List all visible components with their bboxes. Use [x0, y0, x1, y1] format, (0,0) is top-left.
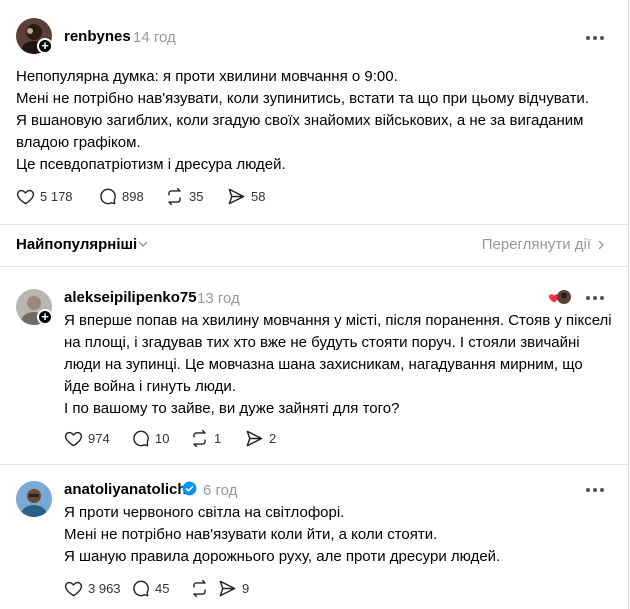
share-button[interactable]: 58	[227, 186, 265, 206]
reply-count: 898	[122, 188, 144, 204]
chevron-down-icon[interactable]	[138, 239, 148, 249]
more-options-icon[interactable]	[586, 35, 606, 41]
text-line: Це псевдопатріотизм і дресура людей.	[16, 156, 286, 173]
sort-dropdown[interactable]: Найпопулярніші	[16, 236, 137, 253]
share-button[interactable]: 9	[218, 578, 249, 598]
verified-badge-icon	[182, 481, 197, 496]
post-text: Непопулярна думка: я проти хвилини мовча…	[16, 66, 589, 176]
follow-plus-icon[interactable]: +	[37, 38, 53, 54]
text-line: І по вашому то зайве, ви дуже зайняті дл…	[64, 400, 400, 417]
share-count: 2	[269, 430, 277, 446]
share-count: 58	[251, 188, 266, 204]
text-line: Непопулярна думка: я проти хвилини мовча…	[16, 68, 398, 85]
like-button[interactable]: 5 178	[16, 186, 73, 206]
liked-by-author-badge	[548, 289, 572, 305]
repost-count: 1	[214, 430, 222, 446]
share-button[interactable]: 2	[245, 428, 276, 448]
username[interactable]: alekseipilipenko75	[64, 289, 197, 306]
text-line: владою графіком.	[16, 134, 141, 151]
reply-count: 45	[155, 580, 170, 596]
repost-icon	[193, 429, 206, 447]
share-icon	[228, 188, 245, 204]
share-count: 9	[242, 580, 250, 596]
username[interactable]: anatoliyanatolich	[64, 481, 187, 498]
username[interactable]: renbynes	[64, 28, 131, 45]
like-count: 974	[88, 430, 110, 446]
text-line: Я шаную правила дорожнього руху, але про…	[64, 548, 501, 565]
reply-post: + alekseipilipenko75 13 год Я вперше поп…	[0, 267, 629, 463]
reply-text: Я вперше попав на хвилину мовчання у міс…	[64, 310, 612, 420]
post-time: 14 год	[133, 29, 176, 46]
heart-icon	[64, 431, 83, 446]
like-count: 5 178	[40, 188, 73, 204]
post-actions: 3 963 45 9	[64, 578, 324, 598]
threads-thread-view: + renbynes 14 год Непопулярна думка: я п…	[0, 0, 629, 609]
text-line: йде война і гинуть люди.	[64, 378, 236, 395]
heart-icon	[64, 581, 83, 596]
text-line: на площі, і згадував тих хто вже не буду…	[64, 334, 580, 351]
text-line: Мені не потрібно нав'язувати коли йти, а…	[64, 526, 438, 543]
repost-button[interactable]: 35	[165, 186, 203, 206]
view-activity-link[interactable]: Переглянути дії	[482, 236, 591, 253]
repost-icon	[193, 579, 206, 597]
avatar[interactable]	[16, 481, 52, 517]
repost-icon	[168, 187, 181, 205]
post-actions: 5 178 898 35 58	[16, 186, 316, 206]
share-icon	[246, 430, 263, 446]
heart-icon	[16, 189, 35, 204]
comment-icon	[100, 188, 116, 204]
repost-button[interactable]	[190, 578, 214, 598]
reply-post: anatoliyanatolich 6 год Я проти червоног…	[0, 465, 629, 609]
repost-count: 35	[189, 188, 204, 204]
follow-plus-icon[interactable]: +	[37, 309, 53, 325]
repost-button[interactable]: 1	[190, 428, 221, 448]
text-line: Мені не потрібно нав'язувати, коли зупин…	[16, 90, 589, 107]
like-count: 3 963	[88, 580, 121, 596]
text-line: Я проти червоного світла на світлофорі.	[64, 504, 345, 521]
comment-icon	[133, 580, 149, 596]
like-button[interactable]: 974	[64, 428, 110, 448]
like-button[interactable]: 3 963	[64, 578, 121, 598]
more-options-icon[interactable]	[586, 295, 606, 301]
reply-button[interactable]: 45	[131, 578, 169, 598]
post-actions: 974 10 1 2	[64, 428, 324, 448]
reply-button[interactable]: 898	[98, 186, 144, 206]
text-line: Я вшановую загиблих, коли згадую своїх з…	[16, 112, 584, 129]
more-options-icon[interactable]	[586, 487, 606, 493]
chevron-right-icon[interactable]	[597, 240, 605, 250]
reply-button[interactable]: 10	[131, 428, 169, 448]
post-time: 13 год	[197, 290, 240, 307]
reply-count: 10	[155, 430, 170, 446]
reply-text: Я проти червоного світла на світлофорі. …	[64, 502, 500, 568]
sort-bar: Найпопулярніші Переглянути дії	[0, 224, 629, 266]
author-avatar-icon	[557, 290, 571, 304]
text-line: Я вперше попав на хвилину мовчання у міс…	[64, 312, 612, 329]
post-time: 6 год	[203, 482, 238, 499]
text-line: люди на зупинці. Це мовчазна шана захисн…	[64, 356, 583, 373]
comment-icon	[133, 430, 149, 446]
share-icon	[219, 580, 236, 596]
main-post: + renbynes 14 год Непопулярна думка: я п…	[0, 0, 629, 224]
